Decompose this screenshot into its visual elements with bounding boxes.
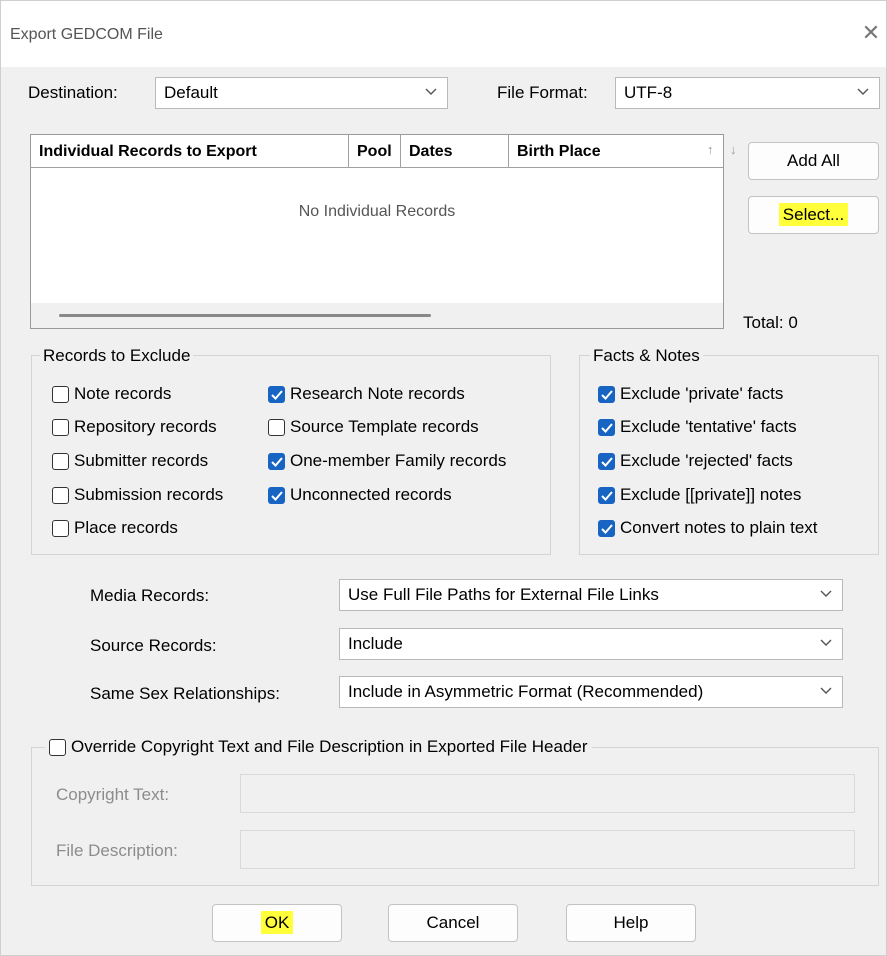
chevron-down-icon bbox=[425, 78, 439, 108]
checkbox-unchecked-icon bbox=[52, 452, 69, 470]
exclude-rejected-facts-label: Exclude 'rejected' facts bbox=[620, 451, 793, 470]
chevron-down-icon bbox=[857, 78, 871, 108]
close-button[interactable]: ✕ bbox=[859, 19, 883, 47]
place-records-label: Place records bbox=[74, 518, 178, 537]
unconnected-records-checkbox[interactable]: Unconnected records bbox=[268, 485, 452, 505]
export-gedcom-dialog: Export GEDCOM File ✕ Destination: Defaul… bbox=[0, 0, 887, 956]
file-format-select[interactable]: UTF-8 bbox=[615, 77, 880, 109]
chevron-down-icon bbox=[820, 629, 834, 659]
column-header-pool[interactable]: Pool bbox=[349, 135, 401, 168]
exclude-private-facts-checkbox[interactable]: Exclude 'private' facts bbox=[598, 384, 783, 404]
one-member-family-records-label: One-member Family records bbox=[290, 451, 507, 470]
same-sex-select[interactable]: Include in Asymmetric Format (Recommende… bbox=[339, 676, 843, 708]
submitter-records-label: Submitter records bbox=[74, 451, 209, 470]
override-label: Override Copyright Text and File Descrip… bbox=[71, 737, 588, 756]
research-note-records-checkbox[interactable]: Research Note records bbox=[268, 384, 465, 404]
exclude-private-facts-label: Exclude 'private' facts bbox=[620, 384, 784, 403]
checkbox-checked-icon bbox=[268, 452, 285, 470]
repository-records-label: Repository records bbox=[74, 417, 217, 436]
help-button[interactable]: Help bbox=[566, 904, 696, 942]
scrollbar-thumb[interactable] bbox=[59, 314, 431, 317]
convert-notes-plain-text-checkbox[interactable]: Convert notes to plain text bbox=[598, 518, 818, 538]
checkbox-unchecked-icon bbox=[52, 486, 69, 504]
add-all-label: Add All bbox=[787, 151, 840, 170]
column-header-individual[interactable]: Individual Records to Export bbox=[31, 135, 349, 168]
source-template-records-checkbox[interactable]: Source Template records bbox=[268, 417, 479, 437]
select-button[interactable]: Select... bbox=[748, 196, 879, 234]
place-records-checkbox[interactable]: Place records bbox=[52, 518, 178, 538]
unconnected-records-label: Unconnected records bbox=[290, 485, 452, 504]
file-format-label: File Format: bbox=[497, 83, 588, 102]
exclude-tentative-facts-label: Exclude 'tentative' facts bbox=[620, 417, 797, 436]
checkbox-checked-icon bbox=[598, 418, 615, 436]
checkbox-unchecked-icon bbox=[49, 738, 66, 756]
exclude-tentative-facts-checkbox[interactable]: Exclude 'tentative' facts bbox=[598, 417, 797, 437]
checkbox-checked-icon bbox=[268, 385, 285, 403]
submission-records-checkbox[interactable]: Submission records bbox=[52, 485, 223, 505]
destination-select[interactable]: Default bbox=[155, 77, 448, 109]
media-records-select[interactable]: Use Full File Paths for External File Li… bbox=[339, 579, 843, 611]
one-member-family-records-checkbox[interactable]: One-member Family records bbox=[268, 451, 506, 471]
column-header-dates[interactable]: Dates bbox=[401, 135, 509, 168]
exclude-private-notes-checkbox[interactable]: Exclude [[private]] notes bbox=[598, 485, 801, 505]
dialog-title: Export GEDCOM File bbox=[10, 26, 163, 43]
source-records-select[interactable]: Include bbox=[339, 628, 843, 660]
list-header: Individual Records to Export Pool Dates … bbox=[31, 135, 737, 168]
checkbox-unchecked-icon bbox=[52, 519, 69, 537]
copyright-text-field bbox=[240, 774, 855, 813]
same-sex-value: Include in Asymmetric Format (Recommende… bbox=[348, 682, 704, 701]
copyright-text-label: Copyright Text: bbox=[56, 785, 170, 804]
add-all-button[interactable]: Add All bbox=[748, 142, 879, 180]
destination-label: Destination: bbox=[28, 83, 118, 102]
checkbox-unchecked-icon bbox=[52, 385, 69, 403]
close-icon: ✕ bbox=[861, 20, 881, 45]
cancel-button[interactable]: Cancel bbox=[388, 904, 518, 942]
override-checkbox[interactable]: Override Copyright Text and File Descrip… bbox=[45, 737, 592, 757]
help-label: Help bbox=[613, 913, 649, 932]
sort-down-icon[interactable]: ↓ bbox=[730, 142, 737, 157]
note-records-label: Note records bbox=[74, 384, 172, 403]
checkbox-checked-icon bbox=[598, 486, 615, 504]
select-label: Select... bbox=[778, 203, 849, 226]
checkbox-unchecked-icon bbox=[268, 418, 285, 436]
checkbox-checked-icon bbox=[598, 519, 615, 537]
source-records-value: Include bbox=[348, 634, 403, 653]
file-description-label: File Description: bbox=[56, 841, 178, 860]
cancel-label: Cancel bbox=[426, 913, 480, 932]
media-records-label: Media Records: bbox=[90, 586, 210, 605]
file-format-value: UTF-8 bbox=[624, 83, 673, 102]
checkbox-checked-icon bbox=[598, 452, 615, 470]
source-template-records-label: Source Template records bbox=[290, 417, 479, 436]
media-records-value: Use Full File Paths for External File Li… bbox=[348, 585, 659, 604]
individual-records-list[interactable]: Individual Records to Export Pool Dates … bbox=[30, 134, 737, 329]
empty-list-message: No Individual Records bbox=[298, 203, 456, 220]
ok-label: OK bbox=[260, 911, 294, 934]
repository-records-checkbox[interactable]: Repository records bbox=[52, 417, 217, 437]
source-records-label: Source Records: bbox=[90, 636, 217, 655]
file-description-field bbox=[240, 830, 855, 869]
title-bar: Export GEDCOM File ✕ bbox=[1, 1, 886, 67]
column-header-birth-place[interactable]: Birth Place bbox=[509, 135, 723, 168]
exclude-private-notes-label: Exclude [[private]] notes bbox=[620, 485, 802, 504]
horizontal-scrollbar[interactable] bbox=[31, 303, 723, 328]
checkbox-checked-icon bbox=[268, 486, 285, 504]
same-sex-label: Same Sex Relationships: bbox=[90, 684, 280, 703]
destination-value: Default bbox=[164, 83, 218, 102]
chevron-down-icon bbox=[820, 677, 834, 707]
convert-notes-plain-text-label: Convert notes to plain text bbox=[620, 518, 818, 537]
research-note-records-label: Research Note records bbox=[290, 384, 465, 403]
facts-notes-title: Facts & Notes bbox=[590, 346, 703, 366]
submission-records-label: Submission records bbox=[74, 485, 224, 504]
note-records-checkbox[interactable]: Note records bbox=[52, 384, 171, 404]
chevron-down-icon bbox=[820, 580, 834, 610]
records-to-exclude-title: Records to Exclude bbox=[40, 346, 194, 366]
checkbox-unchecked-icon bbox=[52, 418, 69, 436]
submitter-records-checkbox[interactable]: Submitter records bbox=[52, 451, 208, 471]
exclude-rejected-facts-checkbox[interactable]: Exclude 'rejected' facts bbox=[598, 451, 793, 471]
ok-button[interactable]: OK bbox=[212, 904, 342, 942]
checkbox-checked-icon bbox=[598, 385, 615, 403]
total-count: Total: 0 bbox=[743, 313, 798, 332]
sort-up-icon[interactable]: ↑ bbox=[707, 142, 721, 162]
